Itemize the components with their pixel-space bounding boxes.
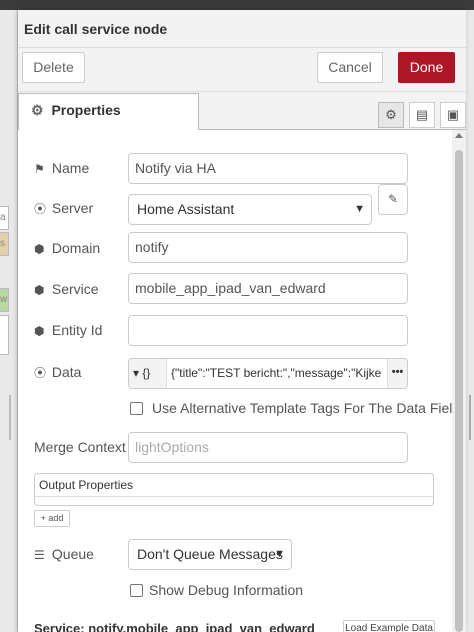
tag-icon: ⚑	[34, 162, 45, 176]
server-label-text: Server	[51, 200, 94, 216]
queue-select-value: Don't Queue Messages	[137, 546, 283, 562]
cancel-button[interactable]: Cancel	[317, 52, 383, 83]
output-properties-title: Output Properties	[39, 478, 134, 492]
add-output-property-button[interactable]: + add	[34, 510, 70, 527]
tab-properties-label: Properties	[51, 102, 121, 118]
tab-properties[interactable]: ⚙ Properties	[18, 93, 199, 130]
workspace-node[interactable]	[0, 315, 9, 355]
workspace-canvas-right	[466, 10, 474, 632]
data-label: ⦿ Data	[34, 364, 81, 381]
workspace-node[interactable]: a	[0, 206, 9, 230]
workspace-wire	[469, 395, 471, 440]
workspace-wire	[9, 395, 11, 440]
data-type-selector[interactable]: ▾ {}	[129, 359, 167, 388]
tray-tabs: ⚙ Properties ⚙ ▤ ▣	[18, 92, 466, 130]
queue-label-text: Queue	[51, 546, 94, 562]
caret-down-icon: ▾	[133, 366, 140, 380]
add-button-label: add	[48, 513, 64, 523]
editor-top-bar	[0, 0, 474, 10]
service-label: ⬢ Service	[34, 281, 99, 297]
settings-tab-icon[interactable]: ⚙	[378, 102, 404, 128]
debug-checkbox[interactable]	[130, 584, 143, 597]
entity-id-label: ⬢ Entity Id	[34, 322, 102, 338]
alt-template-checkbox[interactable]	[130, 402, 143, 415]
workspace-node[interactable]: w	[0, 288, 9, 312]
server-select[interactable]: Home Assistant ▼	[128, 194, 372, 225]
expand-editor-button[interactable]: •••	[387, 359, 407, 388]
server-select-value: Home Assistant	[137, 201, 235, 217]
gear-icon: ⚙	[31, 102, 44, 118]
output-properties-list: Output Properties	[34, 473, 434, 506]
delete-button[interactable]: Delete	[22, 52, 85, 83]
plus-icon: +	[40, 513, 46, 523]
data-label-text: Data	[51, 364, 82, 380]
merge-context-label: Merge Context	[34, 439, 126, 455]
domain-label-text: Domain	[51, 240, 101, 256]
workspace-node[interactable]: s	[0, 232, 9, 256]
bars-icon: ☰	[34, 548, 45, 562]
scroll-up-arrow-icon[interactable]	[455, 133, 463, 138]
scrollbar[interactable]	[452, 130, 466, 632]
done-button[interactable]: Done	[398, 52, 455, 83]
name-label: ⚑ Name	[34, 160, 89, 176]
load-example-data-button[interactable]: Load Example Data	[343, 620, 435, 632]
edit-server-button[interactable]: ✎	[378, 184, 408, 215]
chevron-down-icon: ▼	[354, 203, 365, 215]
dot-circle-icon: ⦿	[34, 202, 47, 216]
tray-toolbar: Delete Cancel Done	[18, 48, 466, 92]
edit-tray: Edit call service node Delete Cancel Don…	[18, 10, 466, 632]
dot-circle-icon: ⦿	[34, 366, 47, 380]
service-label-text: Service	[51, 281, 99, 297]
data-typed-input[interactable]: ▾ {} {"title":"TEST bericht:","message":…	[128, 358, 408, 389]
description-tab-icon[interactable]: ▤	[409, 102, 435, 128]
tray-header: Edit call service node	[18, 10, 466, 48]
properties-panel: ⚑ Name Notify via HA ⦿ Server Home Assis…	[18, 130, 466, 632]
chevron-down-icon: ▼	[274, 548, 285, 560]
tray-title: Edit call service node	[24, 21, 168, 37]
domain-label: ⬢ Domain	[34, 240, 100, 256]
list-divider	[35, 496, 433, 497]
workspace-canvas-left: a s w	[0, 10, 18, 632]
debug-label: Show Debug Information	[149, 582, 304, 598]
cube-icon: ⬢	[34, 242, 45, 256]
alt-template-label: Use Alternative Template Tags For The Da…	[152, 400, 461, 416]
queue-select[interactable]: Don't Queue Messages ▼	[128, 539, 292, 570]
domain-input[interactable]: notify	[128, 232, 408, 263]
data-value[interactable]: {"title":"TEST bericht:","message":"Kijk…	[171, 359, 385, 388]
service-summary: Service: notify.mobile_app_ipad_van_edwa…	[34, 621, 315, 632]
data-type-label: {}	[142, 366, 151, 380]
merge-context-input[interactable]: lightOptions	[128, 432, 408, 463]
name-label-text: Name	[51, 160, 90, 176]
server-label: ⦿ Server	[34, 200, 93, 217]
entity-id-label-text: Entity Id	[51, 322, 103, 338]
cube-icon: ⬢	[34, 324, 45, 338]
queue-label: ☰ Queue	[34, 546, 94, 562]
entity-id-input[interactable]	[128, 315, 408, 346]
cube-icon: ⬢	[34, 283, 45, 297]
pencil-icon: ✎	[387, 192, 399, 206]
appearance-tab-icon[interactable]: ▣	[440, 102, 466, 128]
scrollbar-thumb[interactable]	[455, 150, 463, 632]
service-input[interactable]: mobile_app_ipad_van_edward	[128, 273, 408, 304]
name-input[interactable]: Notify via HA	[128, 153, 408, 184]
